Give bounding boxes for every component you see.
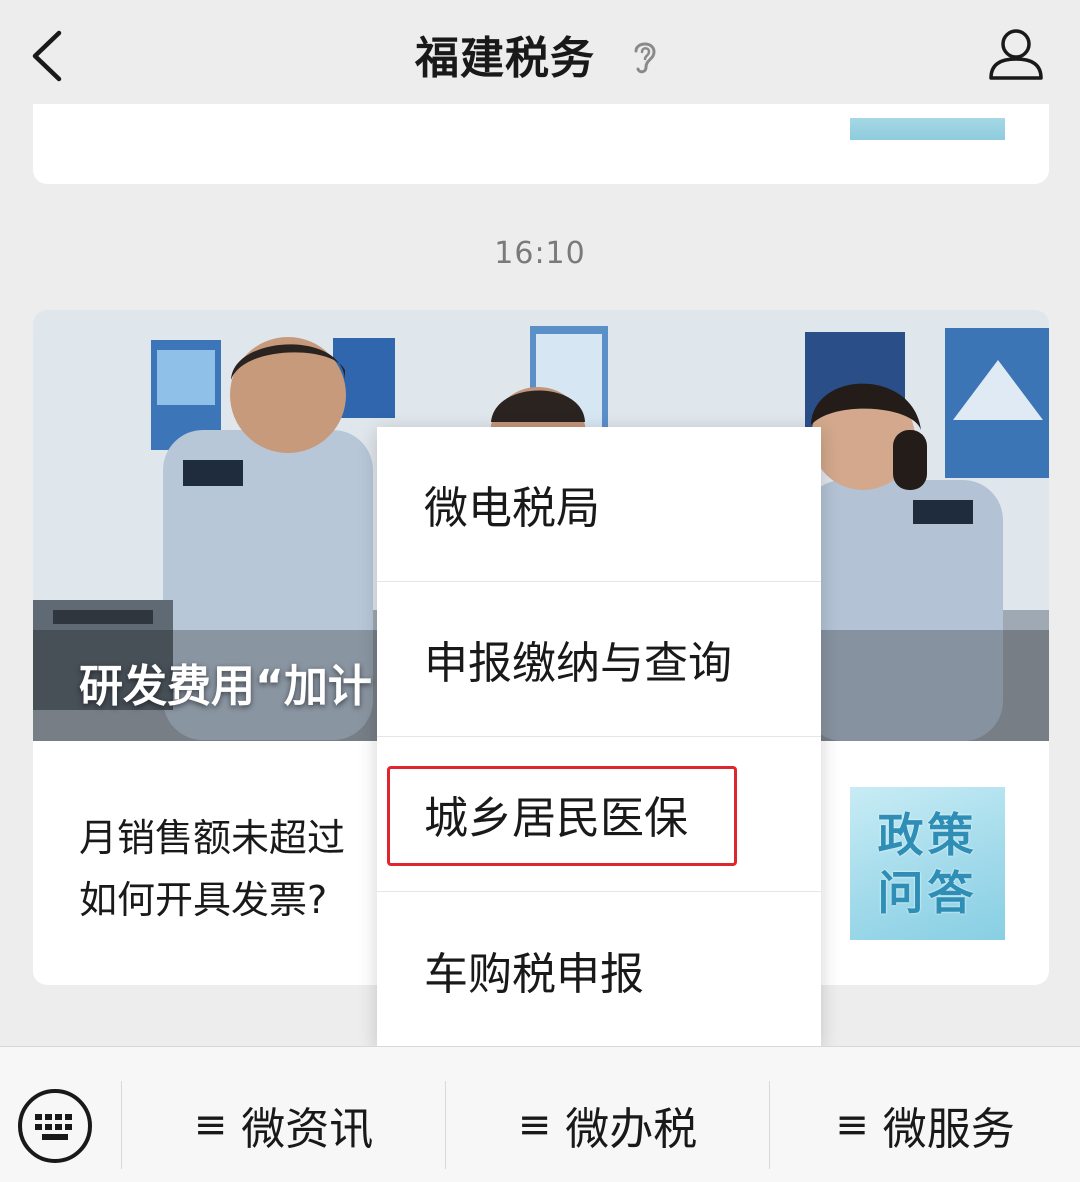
keyboard-icon bbox=[18, 1089, 92, 1163]
title-group: 福建税务 bbox=[0, 0, 1080, 108]
menu-lines-icon: ≡ bbox=[517, 1102, 552, 1148]
thumb-text-line2: 问答 bbox=[877, 865, 978, 920]
thumb-text-line1: 政策 bbox=[877, 807, 978, 862]
tab-label: 微资讯 bbox=[241, 1104, 374, 1155]
tab-wei-fu-wu[interactable]: ≡ 微服务 bbox=[770, 1081, 1080, 1169]
cover-title: 研发费用“加计 bbox=[79, 661, 372, 712]
tab-label: 微服务 bbox=[882, 1104, 1015, 1155]
message-timestamp: 16:10 bbox=[494, 236, 586, 271]
bottom-menu-bar: ≡ 微资讯 ≡ 微办税 ≡ 微服务 bbox=[0, 1046, 1080, 1182]
page-title: 福建税务 bbox=[415, 33, 595, 84]
previous-article-card[interactable] bbox=[33, 104, 1049, 184]
menu-lines-icon: ≡ bbox=[835, 1102, 869, 1148]
menu-item-che-gou-shui[interactable]: 车购税申报 bbox=[377, 892, 821, 1047]
tab-label: 微办税 bbox=[565, 1104, 698, 1155]
sub-article-thumbnail: 政策 问答 bbox=[850, 787, 1005, 940]
user-icon bbox=[989, 29, 1043, 80]
submenu-popup: 微电税局 申报缴纳与查询 城乡居民医保 车购税申报 bbox=[377, 427, 821, 1047]
menu-item-cheng-xiang-yi-bao[interactable]: 城乡居民医保 bbox=[377, 737, 821, 892]
menu-item-wei-dian-shui-ju[interactable]: 微电税局 bbox=[377, 427, 821, 582]
tab-wei-ban-shui[interactable]: ≡ 微办税 bbox=[446, 1081, 769, 1169]
menu-item-shen-bao-jiao-na[interactable]: 申报缴纳与查询 bbox=[377, 582, 821, 737]
tab-wei-zi-xun[interactable]: ≡ 微资讯 bbox=[122, 1081, 445, 1169]
keyboard-toggle-button[interactable] bbox=[16, 1087, 94, 1165]
previous-article-thumbnail bbox=[850, 118, 1005, 140]
top-navbar: 福建税务 bbox=[0, 0, 1080, 118]
ear-icon[interactable] bbox=[625, 33, 665, 79]
menu-lines-icon: ≡ bbox=[193, 1102, 228, 1148]
profile-button[interactable] bbox=[984, 22, 1048, 86]
